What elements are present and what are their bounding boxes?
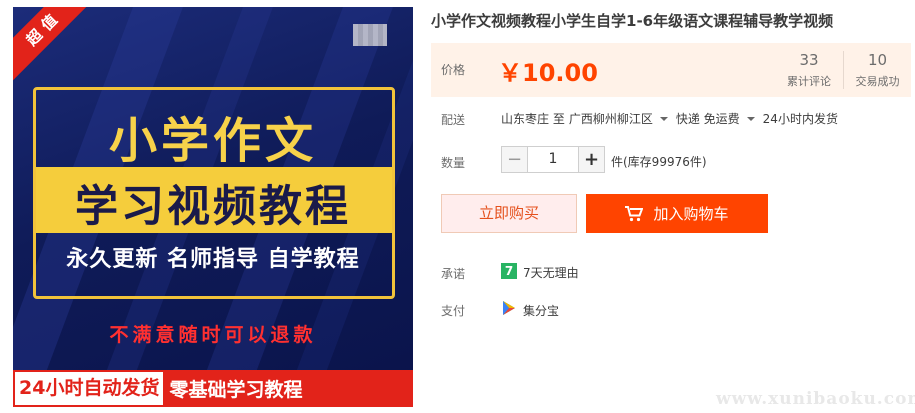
price-box: 价格 ￥10.00 33 累计评论 10 交易成功 <box>431 43 911 97</box>
shipping-label: 配送 <box>441 113 466 127</box>
payment-text[interactable]: 集分宝 <box>523 302 559 319</box>
caret-down-icon[interactable] <box>746 116 755 121</box>
image-bottom-right: 零基础学习教程 <box>169 379 303 401</box>
promise-label: 承诺 <box>441 267 466 281</box>
add-to-cart-label: 加入购物车 <box>653 205 729 223</box>
promise-text[interactable]: 7天无理由 <box>523 264 579 281</box>
jifenbao-icon <box>503 301 515 315</box>
stock-info: 件(库存99976件) <box>611 155 707 169</box>
shipping-from: 山东枣庄 至 <box>501 112 565 126</box>
decrease-button[interactable]: − <box>501 146 528 173</box>
promise-seven-icon: 7 <box>501 263 517 279</box>
sales-count: 10 <box>867 51 888 69</box>
cart-icon <box>625 205 644 221</box>
image-refund-text: 不满意随时可以退款 <box>109 324 317 346</box>
price-value: ￥10.00 <box>498 59 598 87</box>
sales-label: 交易成功 <box>855 75 900 88</box>
reviews-label: 累计评论 <box>787 75 831 88</box>
product-title: 小学作文视频教程小学生自学1-6年级语文课程辅导教学视频 <box>431 12 834 30</box>
increase-button[interactable]: + <box>578 146 605 173</box>
image-title-main: 小学作文 <box>108 113 317 169</box>
product-image[interactable]: 超值 小学作文 学习视频教程 永久更新 名师指导 自学教程 不满意随时可以退款 … <box>13 7 413 407</box>
quantity-label: 数量 <box>441 156 466 170</box>
shipping-row: 山东枣庄 至 广西柳州柳江区 快递 免运费 24小时内发货 <box>501 110 842 127</box>
shipping-dispatch: 24小时内发货 <box>762 112 838 126</box>
reviews-stat[interactable]: 33 累计评论 <box>775 51 843 89</box>
image-bottom-left: 24小时自动发货 <box>15 372 164 405</box>
shipping-method[interactable]: 快递 免运费 <box>676 110 740 127</box>
quantity-input[interactable]: 1 <box>528 146 578 173</box>
watermark: www.xunibaoku.com <box>716 389 915 409</box>
caret-down-icon[interactable] <box>659 116 668 121</box>
add-to-cart-button[interactable]: 加入购物车 <box>586 194 768 233</box>
buy-now-button[interactable]: 立即购买 <box>441 194 577 233</box>
price-label: 价格 <box>441 63 466 77</box>
image-title-sub: 学习视频教程 <box>75 182 351 232</box>
reviews-count: 33 <box>799 51 819 69</box>
image-tagline: 永久更新 名师指导 自学教程 <box>66 247 360 272</box>
quantity-stepper: − 1 + <box>501 146 605 173</box>
payment-label: 支付 <box>441 304 466 318</box>
sales-stat: 10 交易成功 <box>843 51 911 89</box>
blurred-tag <box>353 24 387 46</box>
shipping-destination[interactable]: 广西柳州柳江区 <box>569 110 653 127</box>
image-bottom-bar: 24小时自动发货 零基础学习教程 <box>13 370 413 407</box>
